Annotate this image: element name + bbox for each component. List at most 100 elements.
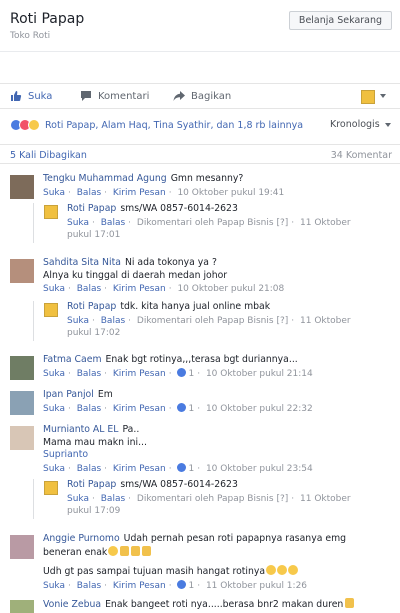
post-stats: 5 Kali Dibagikan 34 Komentar — [0, 144, 400, 164]
avatar[interactable] — [10, 259, 34, 283]
comment-author[interactable]: Roti Papap — [67, 479, 116, 490]
comment-author[interactable]: Ipan Panjol — [43, 389, 94, 400]
comment-date[interactable]: 11 Oktober — [300, 494, 351, 504]
reactions-text[interactable]: Roti Papap, Alam Haq, Tina Syathir, dan … — [45, 120, 303, 131]
heart-eyes-emoji-icon — [266, 565, 277, 575]
comment-text-line: beneran enak — [43, 546, 108, 558]
sort-dropdown[interactable]: Kronologis — [330, 119, 391, 130]
like-link[interactable]: Suka — [67, 218, 89, 228]
comment-text: Enak bangeet roti nya.....berasa bnr2 ma… — [105, 599, 344, 610]
share-button[interactable]: Bagikan — [173, 90, 231, 102]
share-icon — [173, 91, 185, 101]
comment-author[interactable]: Tengku Muhammad Agung — [43, 173, 167, 184]
like-link[interactable]: Suka — [67, 316, 89, 326]
commented-by: Dikomentari oleh Papap Bisnis — [136, 493, 274, 504]
send-message-link[interactable]: Kirim Pesan — [113, 581, 166, 591]
like-count[interactable]: 1 — [188, 464, 194, 474]
comment-text: Pa.. — [122, 424, 140, 435]
post-action-bar: Suka Komentari Bagikan — [0, 83, 400, 109]
avatar[interactable] — [10, 356, 34, 380]
chevron-down-icon[interactable] — [380, 94, 386, 98]
comment-text: Em — [97, 389, 113, 400]
like-link[interactable]: Suka — [67, 494, 89, 504]
comment-time[interactable]: 10 Oktober pukul 19:41 — [177, 188, 284, 198]
send-message-link[interactable]: Kirim Pesan — [113, 464, 166, 474]
like-link[interactable]: Suka — [43, 581, 65, 591]
comment-time[interactable]: 10 Oktober pukul 21:08 — [177, 284, 284, 294]
avatar[interactable] — [44, 303, 58, 317]
wow-reaction-icon — [28, 119, 40, 131]
heart-eyes-emoji-icon — [277, 565, 288, 575]
avatar[interactable] — [10, 426, 34, 450]
share-count[interactable]: 5 Kali Dibagikan — [10, 150, 87, 161]
like-count-icon — [177, 367, 187, 377]
like-count-icon — [177, 402, 187, 412]
comment: Fatma Caem Enak bgt rotinya,,,terasa bgt … — [10, 354, 395, 384]
post-as-avatar[interactable] — [361, 90, 375, 104]
reply-link[interactable]: Balas — [77, 369, 101, 379]
like-button[interactable]: Suka — [10, 90, 52, 102]
comment-button[interactable]: Komentari — [80, 90, 149, 102]
tagged-user[interactable]: Suprianto — [43, 449, 393, 462]
comment-text: tdk. kita hanya jual online mbak — [120, 301, 271, 312]
comment-date[interactable]: 11 Oktober — [300, 316, 351, 326]
comment-author[interactable]: Roti Papap — [67, 301, 116, 312]
reply-link[interactable]: Balas — [101, 218, 125, 228]
comment-author[interactable]: Anggie Purnomo — [43, 533, 120, 544]
thumbs-up-emoji-icon — [345, 598, 355, 608]
grin-emoji-icon — [108, 545, 119, 556]
like-count[interactable]: 1 — [188, 581, 194, 591]
shop-now-button[interactable]: Belanja Sekarang — [289, 11, 392, 30]
comment-author[interactable]: Fatma Caem — [43, 354, 102, 365]
avatar[interactable] — [10, 175, 34, 199]
reply-link[interactable]: Balas — [77, 284, 101, 294]
comment-text: Ni ada tokonya ya ? — [124, 257, 217, 268]
thumbs-up-emoji-icon — [131, 545, 141, 556]
comment-time[interactable]: pukul 17:01 — [67, 229, 377, 242]
page-title[interactable]: Roti Papap — [10, 11, 84, 27]
avatar[interactable] — [10, 535, 34, 559]
share-label: Bagikan — [191, 90, 232, 102]
comment-time[interactable]: pukul 17:02 — [67, 327, 377, 340]
comment-author[interactable]: Murnianto AL EL — [43, 424, 118, 435]
like-link[interactable]: Suka — [43, 188, 65, 198]
send-message-link[interactable]: Kirim Pesan — [113, 404, 166, 414]
send-message-link[interactable]: Kirim Pesan — [113, 369, 166, 379]
like-link[interactable]: Suka — [43, 404, 65, 414]
avatar[interactable] — [10, 600, 34, 613]
comment-author[interactable]: Sahdita Sita Nita — [43, 257, 121, 268]
avatar[interactable] — [44, 481, 58, 495]
like-count[interactable]: 1 — [188, 404, 194, 414]
help-link[interactable]: [?] — [276, 316, 288, 326]
comment: Anggie Purnomo Udah pernah pesan roti pap… — [10, 533, 395, 593]
avatar[interactable] — [44, 205, 58, 219]
help-link[interactable]: [?] — [276, 218, 288, 228]
like-link[interactable]: Suka — [43, 369, 65, 379]
commented-by: Dikomentari oleh Papap Bisnis — [136, 217, 274, 228]
reply-link[interactable]: Balas — [77, 581, 101, 591]
comment-date[interactable]: 11 Oktober — [300, 218, 351, 228]
reply-link[interactable]: Balas — [101, 494, 125, 504]
comment-author[interactable]: Vonie Zebua — [43, 599, 101, 610]
send-message-link[interactable]: Kirim Pesan — [113, 284, 166, 294]
like-count-icon — [177, 579, 187, 589]
reply-link[interactable]: Balas — [77, 188, 101, 198]
comment-time[interactable]: 10 Oktober pukul 21:14 — [206, 369, 313, 379]
like-link[interactable]: Suka — [43, 464, 65, 474]
reply-link[interactable]: Balas — [101, 316, 125, 326]
like-count[interactable]: 1 — [188, 369, 194, 379]
send-message-link[interactable]: Kirim Pesan — [113, 188, 166, 198]
comment-time[interactable]: 10 Oktober pukul 22:32 — [206, 404, 313, 414]
comment: Vonie Zebua Enak bangeet roti nya.....ber… — [10, 598, 395, 613]
comment-author[interactable]: Roti Papap — [67, 203, 116, 214]
like-link[interactable]: Suka — [43, 284, 65, 294]
reply-link[interactable]: Balas — [77, 404, 101, 414]
comment-count[interactable]: 34 Komentar — [331, 150, 392, 161]
comment-time[interactable]: 10 Oktober pukul 23:54 — [206, 464, 313, 474]
reply-link[interactable]: Balas — [77, 464, 101, 474]
comment-time[interactable]: 11 Oktober pukul 1:26 — [206, 581, 307, 591]
help-link[interactable]: [?] — [276, 494, 288, 504]
reactions-summary[interactable]: Roti Papap, Alam Haq, Tina Syathir, dan … — [10, 119, 303, 131]
comment-time[interactable]: pukul 17:09 — [67, 505, 377, 518]
avatar[interactable] — [10, 391, 34, 415]
